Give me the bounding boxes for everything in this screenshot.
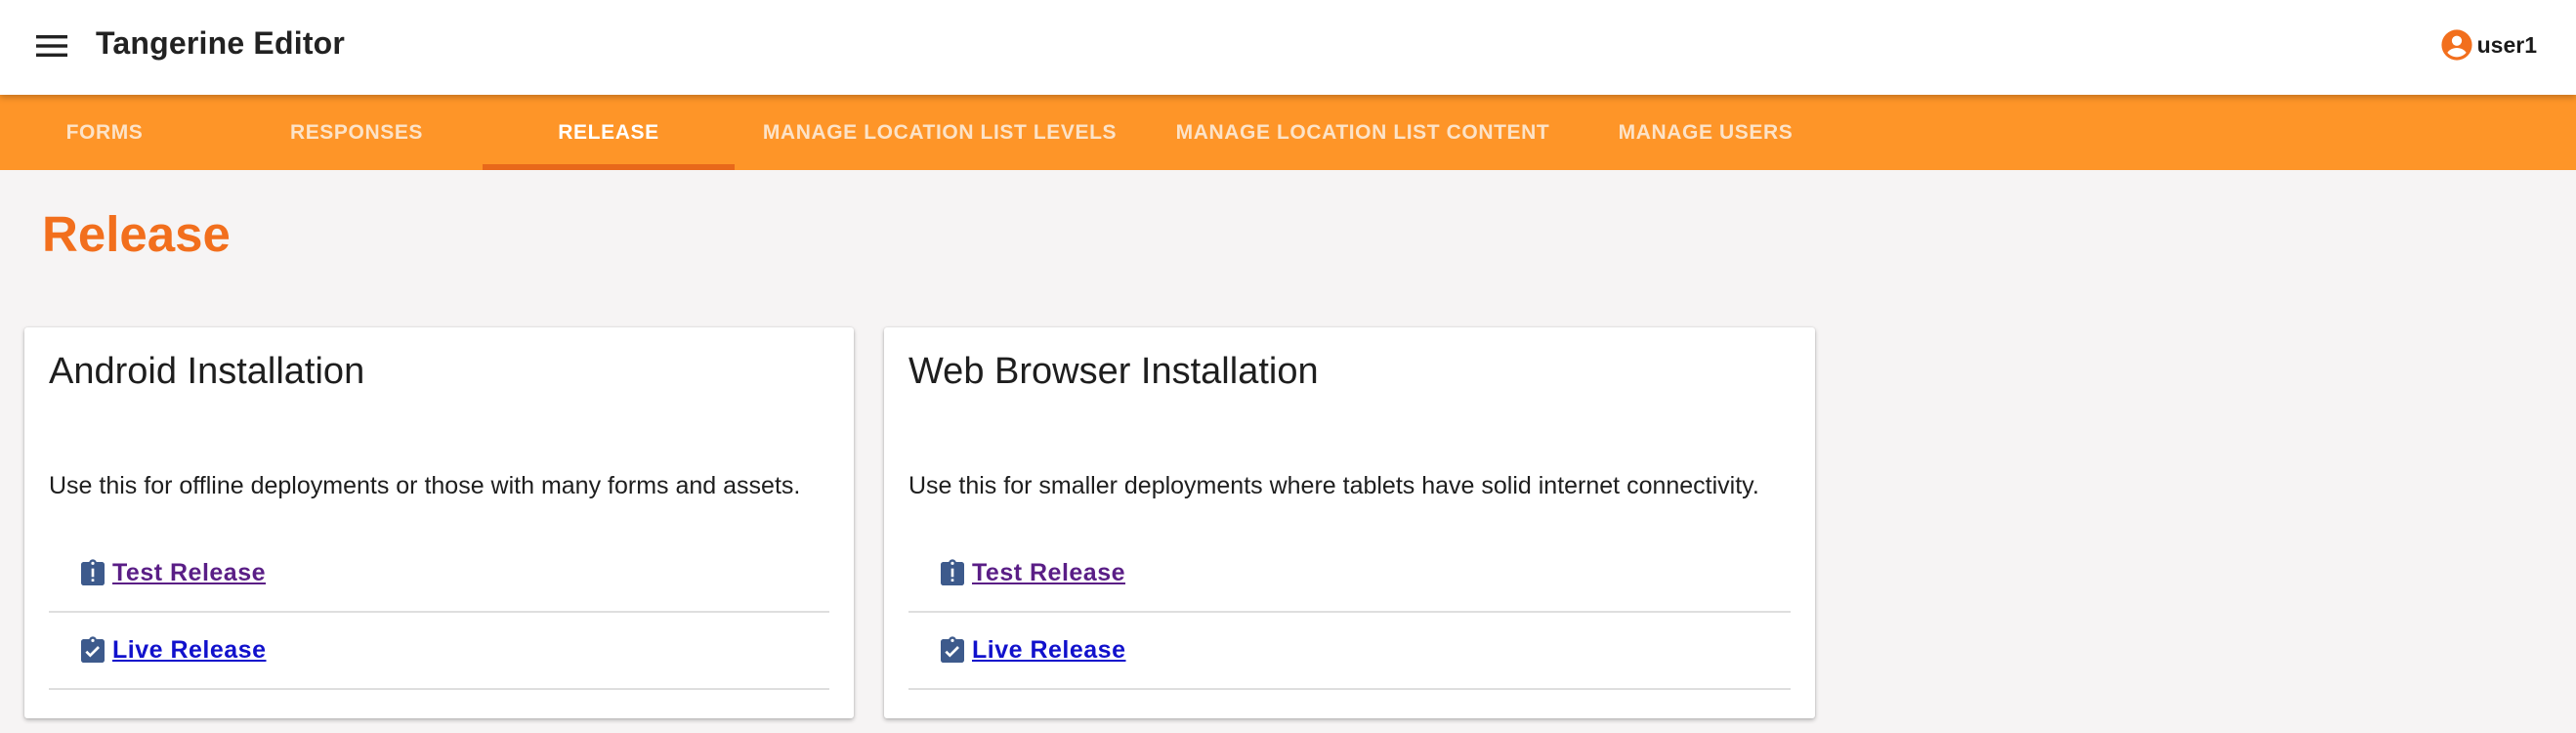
test-release-link[interactable]: Test Release — [972, 559, 1125, 587]
live-release-row: Live Release — [49, 613, 829, 690]
tab-manage-users[interactable]: MANAGE USERS — [1598, 95, 1813, 170]
tab-forms[interactable]: FORMS — [0, 95, 209, 170]
tab-label: MANAGE USERS — [1618, 120, 1794, 144]
clipboard-check-icon — [77, 635, 108, 667]
tab-manage-location-list-content[interactable]: MANAGE LOCATION LIST CONTENT — [1164, 95, 1561, 170]
clipboard-alert-icon — [77, 558, 108, 589]
tab-label: FORMS — [65, 120, 144, 144]
test-release-row: Test Release — [908, 536, 1791, 613]
tab-label: MANAGE LOCATION LIST CONTENT — [1175, 120, 1550, 144]
live-release-link[interactable]: Live Release — [112, 636, 267, 665]
account-circle-icon — [2441, 29, 2472, 61]
clipboard-alert-icon — [937, 558, 968, 589]
tab-bar: FORMS RESPONSES RELEASE MANAGE LOCATION … — [0, 95, 2576, 170]
menu-icon — [36, 35, 67, 57]
user-menu-button[interactable]: user1 — [2440, 27, 2537, 63]
tab-manage-location-list-levels[interactable]: MANAGE LOCATION LIST LEVELS — [752, 95, 1127, 170]
menu-button[interactable] — [33, 27, 70, 65]
web-browser-installation-card: Web Browser Installation Use this for sm… — [884, 327, 1815, 718]
tab-release[interactable]: RELEASE — [483, 95, 735, 170]
live-release-link[interactable]: Live Release — [972, 636, 1126, 665]
card-description: Use this for smaller deployments where t… — [908, 472, 1759, 499]
card-title: Web Browser Installation — [908, 351, 1319, 392]
tab-responses[interactable]: RESPONSES — [231, 95, 483, 170]
page-title: Release — [42, 206, 231, 262]
app-bar: Tangerine Editor user1 — [0, 0, 2576, 95]
card-description: Use this for offline deployments or thos… — [49, 472, 801, 499]
clipboard-check-icon — [937, 635, 968, 667]
tab-label: RESPONSES — [289, 120, 424, 144]
test-release-row: Test Release — [49, 536, 829, 613]
app-title: Tangerine Editor — [96, 25, 346, 61]
android-installation-card: Android Installation Use this for offlin… — [24, 327, 854, 718]
live-release-row: Live Release — [908, 613, 1791, 690]
tab-label: RELEASE — [558, 120, 659, 144]
active-tab-indicator — [483, 164, 735, 170]
test-release-link[interactable]: Test Release — [112, 559, 266, 587]
tab-label: MANAGE LOCATION LIST LEVELS — [762, 120, 1118, 144]
card-title: Android Installation — [49, 351, 365, 392]
username: user1 — [2476, 31, 2537, 58]
